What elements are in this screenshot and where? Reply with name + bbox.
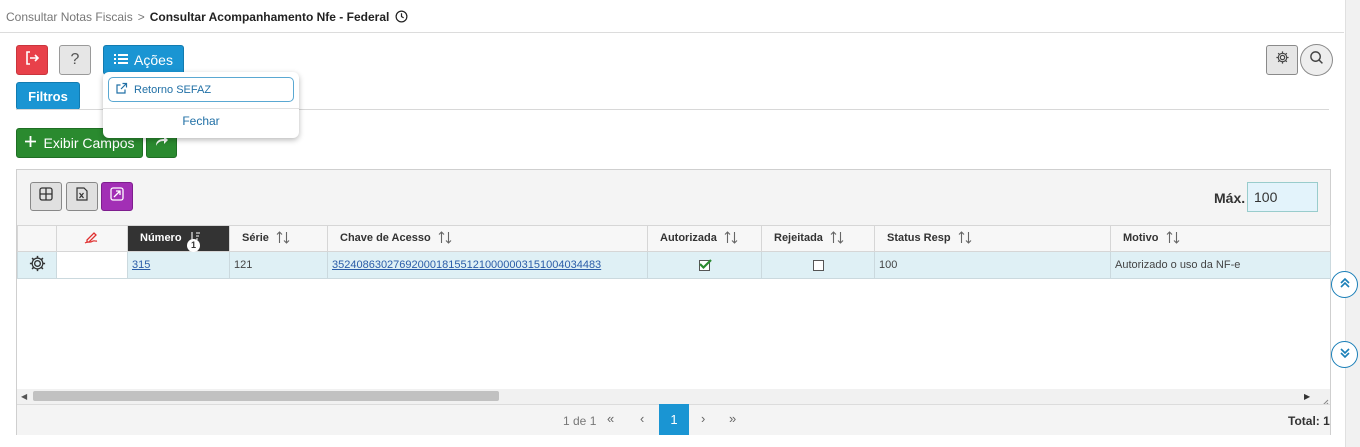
horizontal-scrollbar-thumb[interactable] (33, 391, 499, 401)
column-header-rejeitada[interactable]: Rejeitada (761, 225, 875, 252)
rejeitada-checkbox[interactable] (812, 259, 824, 271)
search-button[interactable] (1300, 44, 1333, 76)
table-row[interactable]: 315 121 35240863027692000181551210000003… (17, 251, 1331, 279)
expand-button[interactable] (101, 182, 133, 211)
external-link-icon (115, 82, 128, 98)
grid-icon (39, 187, 53, 206)
row-sign-cell (56, 251, 128, 279)
grid-toolbar (17, 170, 1330, 225)
acoes-dropdown-menu: Retorno SEFAZ Fechar (103, 72, 299, 138)
column-header-autorizada[interactable]: Autorizada (647, 225, 762, 252)
column-header-motivo-label: Motivo (1123, 231, 1159, 244)
breadcrumb-separator: > (137, 10, 145, 24)
cell-serie: 121 (229, 251, 328, 279)
expand-icon (110, 187, 124, 206)
gear-icon (1275, 50, 1290, 70)
column-header-status-resp[interactable]: Status Resp (874, 225, 1111, 252)
excel-export-button[interactable] (66, 182, 98, 211)
breadcrumb: Consultar Notas Fiscais > Consultar Acompa… (6, 10, 408, 26)
acoes-label: Ações (134, 52, 173, 68)
row-actions-cell (17, 251, 57, 279)
cell-chave: 3524086302769200018155121000000315100403… (327, 251, 648, 279)
chave-link[interactable]: 3524086302769200018155121000000315100403… (332, 259, 601, 271)
column-header-chave[interactable]: Chave de Acesso (327, 225, 648, 252)
sort-order-badge: 1 (187, 239, 200, 252)
sort-icon (438, 230, 452, 247)
prev-page-button[interactable]: ‹ (640, 411, 644, 426)
settings-button[interactable] (1266, 45, 1298, 75)
sort-icon (276, 230, 290, 247)
cell-motivo: Autorizado o uso da NF-e (1110, 251, 1331, 279)
row-settings-gear-icon[interactable] (28, 255, 47, 276)
scroll-right-arrow-icon[interactable]: ▶ (1304, 392, 1310, 401)
numero-link[interactable]: 315 (132, 259, 150, 271)
excel-file-icon (76, 187, 88, 206)
filtros-label: Filtros (28, 88, 68, 104)
scroll-bottom-button[interactable] (1331, 341, 1358, 368)
menu-divider (103, 108, 299, 109)
header-divider (0, 32, 1344, 33)
acoes-button[interactable]: Ações (103, 45, 184, 75)
double-chevron-up-icon (1339, 276, 1351, 294)
column-header-chave-label: Chave de Acesso (340, 231, 431, 244)
last-page-button[interactable]: » (729, 411, 736, 426)
menu-close-button[interactable]: Fechar (103, 114, 299, 128)
exit-icon (24, 50, 40, 71)
column-header-rejeitada-label: Rejeitada (774, 231, 823, 244)
sort-icon (1166, 230, 1180, 247)
column-header-autorizada-label: Autorizada (660, 231, 717, 244)
total-label: Total: 1 (1288, 414, 1330, 428)
cell-autorizada (647, 251, 762, 279)
current-page-button[interactable]: 1 (659, 404, 689, 435)
autorizada-checkbox[interactable] (699, 258, 712, 271)
table-header-row: Número 1 Série Chave de Acesso Autorizad… (17, 225, 1331, 252)
cell-rejeitada (761, 251, 875, 279)
scroll-left-arrow-icon[interactable]: ◀ (21, 392, 27, 401)
column-header-sign (56, 225, 128, 252)
list-icon (114, 52, 129, 68)
column-header-numero-label: Número (140, 231, 182, 244)
first-page-button[interactable]: « (607, 411, 614, 426)
max-label: Máx. (1214, 190, 1246, 206)
signature-edit-icon (84, 232, 100, 247)
cell-status-resp: 100 (874, 251, 1111, 279)
sort-icon (830, 230, 844, 247)
sort-icon (958, 230, 972, 247)
column-header-serie[interactable]: Série (229, 225, 328, 252)
column-header-actions (17, 225, 57, 252)
help-button[interactable]: ? (59, 45, 91, 75)
column-header-numero[interactable]: Número 1 (127, 225, 230, 252)
exit-button[interactable] (16, 45, 48, 75)
pagination-info: 1 de 1 (563, 414, 597, 428)
results-table: Número 1 Série Chave de Acesso Autorizad… (17, 225, 1331, 279)
page-title: Consultar Acompanhamento Nfe - Federal (149, 10, 390, 24)
double-chevron-down-icon (1339, 346, 1351, 364)
grid-layout-button[interactable] (30, 182, 62, 211)
search-icon (1309, 50, 1324, 70)
filtros-button[interactable]: Filtros (16, 82, 80, 110)
plus-icon (24, 135, 37, 151)
help-label: ? (70, 51, 80, 68)
breadcrumb-parent-link[interactable]: Consultar Notas Fiscais (6, 10, 133, 24)
clock-icon[interactable] (395, 10, 408, 26)
menu-item-retorno-sefaz[interactable]: Retorno SEFAZ (108, 77, 294, 102)
column-header-motivo[interactable]: Motivo (1110, 225, 1331, 252)
column-header-status-resp-label: Status Resp (887, 231, 951, 244)
scroll-top-button[interactable] (1331, 271, 1358, 298)
column-header-serie-label: Série (242, 231, 269, 244)
cell-numero: 315 (127, 251, 230, 279)
menu-item-label: Retorno SEFAZ (134, 83, 212, 96)
max-rows-input[interactable] (1247, 182, 1318, 212)
page-vertical-scrollbar[interactable] (1345, 0, 1360, 447)
total-count: Total: 1 (1288, 414, 1330, 428)
sort-icon (724, 230, 738, 247)
next-page-button[interactable]: › (701, 411, 705, 426)
